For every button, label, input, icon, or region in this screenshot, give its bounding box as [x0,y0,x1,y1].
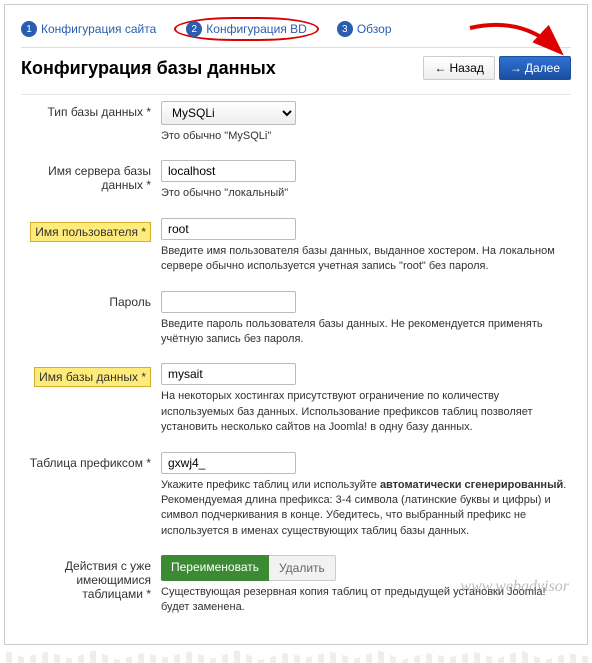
pass-help: Введите пароль пользователя базы данных.… [161,317,571,348]
step-1[interactable]: 1Конфигурация сайта [21,21,156,37]
host-label: Имя сервера базы данных * [21,160,161,213]
step-3[interactable]: 3Обзор [337,21,392,37]
old-label: Действия с уже имеющимися таблицами * [21,555,161,628]
host-help: Это обычно "локальный" [161,186,571,201]
dbtype-help: Это обычно "MySQLi" [161,129,571,144]
next-button[interactable]: → Далее [499,56,571,80]
dbtype-label: Тип базы данных * [21,101,161,156]
torn-edge [0,649,592,663]
pass-input[interactable] [161,291,296,313]
user-help: Введите имя пользователя базы данных, вы… [161,244,571,275]
prefix-input[interactable] [161,452,296,474]
prefix-help: Укажите префикс таблиц или используйте а… [161,478,571,540]
user-label: Имя пользователя * [30,222,151,242]
page-title: Конфигурация базы данных [21,58,276,79]
pass-label: Пароль [21,291,161,360]
toggle-delete[interactable]: Удалить [269,555,336,581]
host-input[interactable] [161,160,296,182]
old-help: Существующая резервная копия таблиц от п… [161,585,571,616]
prefix-label: Таблица префиксом * [21,452,161,552]
step-2[interactable]: 2Конфигурация BD [174,17,319,41]
dbname-help: На некоторых хостингах присутствуют огра… [161,389,571,435]
dbname-input[interactable] [161,363,296,385]
user-input[interactable] [161,218,296,240]
dbname-label: Имя базы данных * [34,367,151,387]
wizard-steps: 1Конфигурация сайта 2Конфигурация BD 3Об… [21,17,571,48]
old-tables-toggle[interactable]: Переименовать Удалить [161,555,336,581]
back-button[interactable]: ← Назад [423,56,494,80]
dbtype-select[interactable]: MySQLi [161,101,296,125]
toggle-rename[interactable]: Переименовать [161,555,269,581]
